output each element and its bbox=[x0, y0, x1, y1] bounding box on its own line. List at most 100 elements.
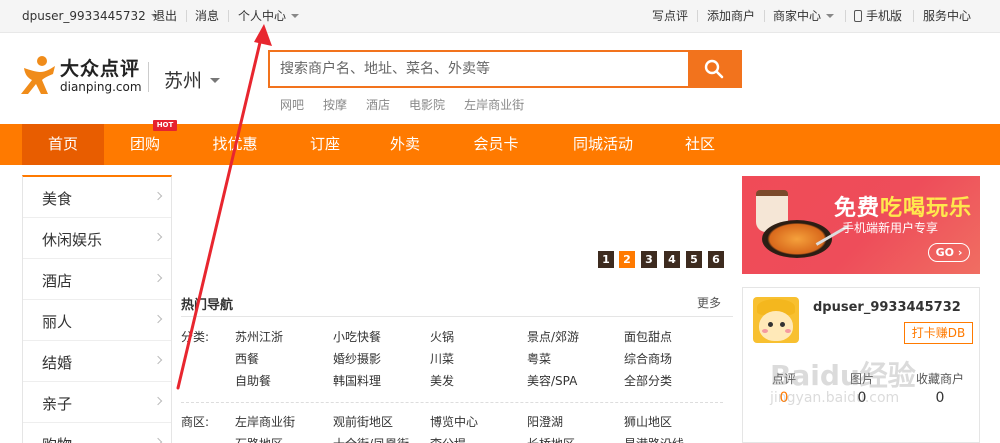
slide-page-4[interactable]: 4 bbox=[664, 251, 680, 268]
stat-value-photos[interactable]: 0 bbox=[827, 390, 897, 406]
hot-word-link[interactable]: 左岸商业街 bbox=[464, 98, 524, 112]
district-link[interactable]: 石路地区 bbox=[235, 435, 283, 443]
district-link[interactable]: 李公堤 bbox=[430, 435, 466, 443]
hot-nav-link[interactable]: 粤菜 bbox=[527, 350, 551, 367]
hot-nav-link[interactable]: 小吃快餐 bbox=[333, 328, 381, 345]
search-input[interactable] bbox=[270, 52, 690, 86]
category-label: 美食 bbox=[42, 190, 73, 208]
hot-badge: HOT bbox=[153, 120, 177, 131]
hot-nav-link[interactable]: 全部分类 bbox=[624, 372, 672, 389]
hot-nav-link[interactable]: 婚纱摄影 bbox=[333, 350, 381, 367]
avatar-face bbox=[759, 311, 793, 341]
hot-nav-link[interactable]: 综合商场 bbox=[624, 350, 672, 367]
hot-word-link[interactable]: 电影院 bbox=[409, 98, 445, 112]
logo-text-cn: 大众点评 bbox=[60, 58, 141, 80]
nav-item-member-card[interactable]: 会员卡 bbox=[460, 124, 532, 165]
nav-item-deals[interactable]: 找优惠 bbox=[200, 124, 270, 165]
hot-nav-link[interactable]: 自助餐 bbox=[235, 372, 271, 389]
category-item-beauty[interactable]: 丽人 bbox=[23, 300, 171, 341]
user-card-username[interactable]: dpuser_9933445732 bbox=[813, 300, 961, 315]
promo-headline-prefix: 免费 bbox=[834, 196, 881, 221]
chevron-down-icon bbox=[291, 13, 300, 18]
slide-page-6[interactable]: 6 bbox=[708, 251, 724, 268]
district-link[interactable]: 星港路沿线 bbox=[624, 435, 684, 443]
category-label: 结婚 bbox=[42, 354, 73, 372]
category-item-leisure[interactable]: 休闲娱乐 bbox=[23, 218, 171, 259]
slide-page-2[interactable]: 2 bbox=[619, 251, 635, 268]
hot-word-link[interactable]: 网吧 bbox=[280, 98, 304, 112]
add-merchant-link[interactable]: 添加商户 bbox=[707, 9, 755, 23]
hot-nav-link[interactable]: 面包甜点 bbox=[624, 328, 672, 345]
slide-page-1[interactable]: 1 bbox=[598, 251, 614, 268]
promo-banner[interactable]: 免费吃喝玩乐 手机端新用户专享 GO › bbox=[742, 176, 980, 274]
phone-icon bbox=[854, 9, 862, 22]
promo-go-button[interactable]: GO › bbox=[928, 243, 970, 262]
hot-nav-link[interactable]: 苏州江浙 bbox=[235, 328, 283, 345]
slide-page-3[interactable]: 3 bbox=[641, 251, 657, 268]
nav-item-takeout[interactable]: 外卖 bbox=[370, 124, 440, 165]
dianping-logo[interactable]: 大众点评 dianping.com bbox=[20, 52, 142, 98]
promo-headline: 免费吃喝玩乐 bbox=[834, 190, 972, 222]
merchant-center-menu[interactable]: 商家中心 bbox=[773, 9, 835, 23]
stat-label-favorites[interactable]: 收藏商户 bbox=[905, 370, 975, 387]
chevron-right-icon bbox=[153, 273, 163, 283]
district-link[interactable]: 左岸商业街 bbox=[235, 413, 295, 430]
avatar-eye bbox=[768, 322, 773, 327]
category-label: 亲子 bbox=[42, 395, 73, 413]
city-selector[interactable]: 苏州 bbox=[164, 66, 221, 93]
stat-value-reviews[interactable]: 0 bbox=[749, 390, 819, 406]
checkin-button[interactable]: 打卡赚DB bbox=[904, 322, 973, 344]
nav-item-home[interactable]: 首页 bbox=[22, 124, 104, 165]
search-box bbox=[268, 50, 742, 88]
district-link[interactable]: 阳澄湖 bbox=[527, 413, 563, 430]
district-link[interactable]: 长桥地区 bbox=[527, 435, 575, 443]
chevron-right-icon bbox=[153, 396, 163, 406]
hot-nav-more-link[interactable]: 更多 bbox=[697, 294, 721, 311]
avatar[interactable] bbox=[753, 297, 799, 343]
messages-link[interactable]: 消息 bbox=[195, 9, 219, 23]
hot-word-link[interactable]: 按摩 bbox=[323, 98, 347, 112]
category-item-family[interactable]: 亲子 bbox=[23, 382, 171, 423]
district-link[interactable]: 狮山地区 bbox=[624, 413, 672, 430]
hot-nav-link[interactable]: 美容/SPA bbox=[527, 372, 577, 389]
user-center-menu[interactable]: 个人中心 bbox=[238, 9, 300, 23]
hot-nav-link[interactable]: 川菜 bbox=[430, 350, 454, 367]
hot-nav-link[interactable]: 火锅 bbox=[430, 328, 454, 345]
username-menu[interactable]: dpuser_9933445732 bbox=[22, 9, 159, 23]
slide-page-5[interactable]: 5 bbox=[686, 251, 702, 268]
merchant-center-label: 商家中心 bbox=[773, 9, 822, 23]
category-label: 休闲娱乐 bbox=[42, 231, 103, 249]
hot-search-words: 网吧 按摩 酒店 电影院 左岸商业街 bbox=[280, 96, 543, 113]
logout-link[interactable]: 退出 bbox=[153, 9, 177, 23]
district-link[interactable]: 博览中心 bbox=[430, 413, 478, 430]
category-item-hotel[interactable]: 酒店 bbox=[23, 259, 171, 300]
hot-word-link[interactable]: 酒店 bbox=[366, 98, 390, 112]
mobile-link[interactable]: 手机版 bbox=[854, 9, 902, 23]
category-item-food[interactable]: 美食 bbox=[23, 177, 171, 218]
username-label: dpuser_9933445732 bbox=[22, 9, 146, 23]
search-button[interactable] bbox=[688, 52, 740, 86]
write-review-link[interactable]: 写点评 bbox=[652, 9, 688, 23]
district-row-label: 商区: bbox=[181, 415, 210, 429]
service-center-link[interactable]: 服务中心 bbox=[923, 9, 971, 23]
stat-value-favorites[interactable]: 0 bbox=[905, 390, 975, 406]
nav-item-reservation[interactable]: 订座 bbox=[290, 124, 360, 165]
promo-headline-highlight: 吃喝玩乐 bbox=[880, 196, 973, 221]
hot-nav-link[interactable]: 景点/郊游 bbox=[527, 328, 579, 345]
hot-nav-link[interactable]: 西餐 bbox=[235, 350, 259, 367]
stat-label-reviews[interactable]: 点评 bbox=[749, 370, 819, 387]
main-nav: 首页 团购 找优惠 订座 外卖 会员卡 同城活动 社区 bbox=[0, 124, 1000, 165]
promo-go-label: GO bbox=[935, 246, 954, 259]
category-item-shopping[interactable]: 购物 bbox=[23, 423, 171, 443]
hot-nav-link[interactable]: 美发 bbox=[430, 372, 454, 389]
nav-item-events[interactable]: 同城活动 bbox=[562, 124, 644, 165]
user-card: dpuser_9933445732 打卡赚DB 点评 图片 收藏商户 0 0 0 bbox=[742, 287, 980, 443]
search-icon bbox=[704, 59, 724, 79]
district-link[interactable]: 十全街/凤凰街 bbox=[333, 435, 409, 443]
category-item-wedding[interactable]: 结婚 bbox=[23, 341, 171, 382]
district-link[interactable]: 观前街地区 bbox=[333, 413, 393, 430]
mobile-label: 手机版 bbox=[866, 9, 903, 23]
hot-nav-link[interactable]: 韩国料理 bbox=[333, 372, 381, 389]
stat-label-photos[interactable]: 图片 bbox=[827, 370, 897, 387]
nav-item-community[interactable]: 社区 bbox=[670, 124, 730, 165]
